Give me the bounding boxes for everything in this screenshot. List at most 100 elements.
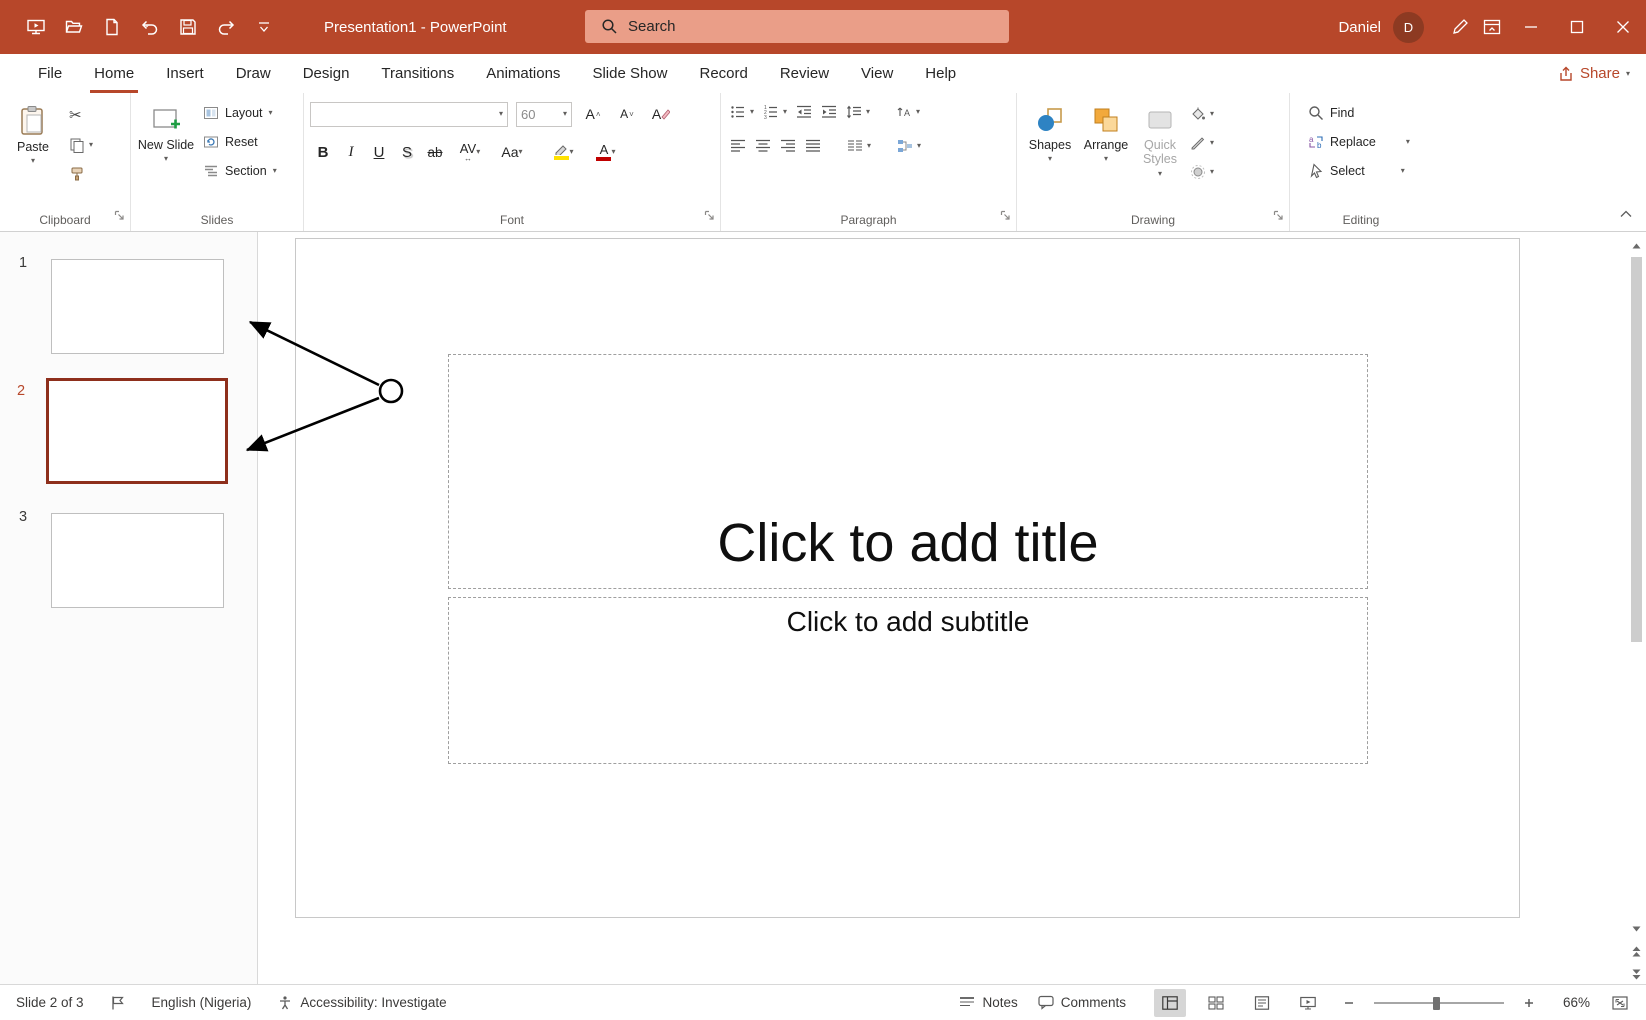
arrange-button[interactable]: Arrange ▾ xyxy=(1079,101,1133,163)
select-button[interactable]: Select ▾ xyxy=(1304,159,1426,183)
scrollbar-thumb[interactable] xyxy=(1631,257,1642,642)
comments-button[interactable]: Comments xyxy=(1038,995,1126,1010)
quick-styles-button[interactable]: Quick Styles ▾ xyxy=(1135,101,1185,178)
reset-button[interactable]: Reset xyxy=(199,130,281,154)
change-case-button[interactable]: Aa ▾ xyxy=(492,139,532,165)
tab-design[interactable]: Design xyxy=(287,54,366,93)
zoom-out-button[interactable] xyxy=(1338,989,1360,1017)
font-size-combobox[interactable]: 60 ▾ xyxy=(516,102,572,127)
align-right-button[interactable] xyxy=(777,135,799,157)
font-color-button[interactable]: A ▾ xyxy=(586,139,626,165)
underline-button[interactable]: U xyxy=(366,139,392,165)
slide-2-thumbnail[interactable] xyxy=(46,378,228,484)
search-box[interactable]: Search xyxy=(585,10,1009,43)
minimize-button[interactable] xyxy=(1508,0,1554,54)
save-icon[interactable] xyxy=(172,11,204,43)
font-dialog-launcher-icon[interactable] xyxy=(704,208,715,226)
shape-effects-button[interactable]: ▾ xyxy=(1187,161,1217,183)
increase-indent-button[interactable] xyxy=(818,101,840,123)
paste-button[interactable]: Paste ▾ xyxy=(6,101,60,165)
scroll-up-icon[interactable] xyxy=(1629,238,1644,253)
justify-button[interactable] xyxy=(802,135,824,157)
paragraph-dialog-launcher-icon[interactable] xyxy=(1000,208,1011,226)
font-name-combobox[interactable]: ▾ xyxy=(310,102,508,127)
undo-icon[interactable] xyxy=(134,11,166,43)
decrease-indent-button[interactable] xyxy=(793,101,815,123)
collapse-ribbon-button[interactable] xyxy=(1620,205,1632,223)
cut-button[interactable]: ✂ xyxy=(66,103,96,127)
numbering-button[interactable]: 123 ▾ xyxy=(760,101,790,123)
italic-button[interactable]: I xyxy=(338,139,364,165)
new-file-icon[interactable] xyxy=(96,11,128,43)
slide-show-button[interactable] xyxy=(1292,989,1324,1017)
shape-fill-button[interactable]: ▾ xyxy=(1187,103,1217,125)
slide-indicator[interactable]: Slide 2 of 3 xyxy=(16,995,84,1010)
bullets-button[interactable]: ▾ xyxy=(727,101,757,123)
tab-transitions[interactable]: Transitions xyxy=(365,54,470,93)
customize-qat-icon[interactable] xyxy=(248,11,280,43)
ribbon-display-options-icon[interactable] xyxy=(1476,11,1508,43)
tab-draw[interactable]: Draw xyxy=(220,54,287,93)
open-file-icon[interactable] xyxy=(58,11,90,43)
accessibility-button[interactable]: Accessibility: Investigate xyxy=(277,995,446,1011)
increase-font-size-button[interactable]: A˄ xyxy=(580,101,606,127)
replace-button[interactable]: ab Replace ▾ xyxy=(1304,130,1426,154)
line-spacing-button[interactable]: ▾ xyxy=(843,101,873,123)
shapes-button[interactable]: Shapes ▾ xyxy=(1023,101,1077,163)
close-button[interactable] xyxy=(1600,0,1646,54)
tab-insert[interactable]: Insert xyxy=(150,54,220,93)
text-direction-button[interactable]: A ▾ xyxy=(893,101,923,123)
previous-slide-button[interactable] xyxy=(1629,944,1644,959)
reading-view-button[interactable] xyxy=(1246,989,1278,1017)
title-placeholder[interactable]: Click to add title xyxy=(448,354,1368,589)
slide-sorter-view-button[interactable] xyxy=(1200,989,1232,1017)
share-button[interactable]: Share ▾ xyxy=(1558,54,1630,93)
clear-formatting-button[interactable]: A xyxy=(648,101,674,127)
inking-pen-icon[interactable] xyxy=(1444,11,1476,43)
tab-review[interactable]: Review xyxy=(764,54,845,93)
zoom-in-button[interactable] xyxy=(1518,989,1540,1017)
shape-outline-button[interactable]: ▾ xyxy=(1187,132,1217,154)
slide-1-thumbnail[interactable] xyxy=(51,259,224,354)
new-slide-button[interactable]: New Slide ▾ xyxy=(137,101,195,163)
subtitle-placeholder[interactable]: Click to add subtitle xyxy=(448,597,1368,764)
decrease-font-size-button[interactable]: A˅ xyxy=(614,101,640,127)
align-left-button[interactable] xyxy=(727,135,749,157)
next-slide-button[interactable] xyxy=(1629,967,1644,982)
normal-view-button[interactable] xyxy=(1154,989,1186,1017)
convert-to-smartart-button[interactable]: ▾ xyxy=(894,135,924,157)
scroll-down-icon[interactable] xyxy=(1629,921,1644,936)
layout-button[interactable]: Layout ▾ xyxy=(199,101,281,125)
slide-3-thumbnail[interactable] xyxy=(51,513,224,608)
notes-button[interactable]: Notes xyxy=(959,995,1017,1010)
tab-view[interactable]: View xyxy=(845,54,909,93)
maximize-button[interactable] xyxy=(1554,0,1600,54)
language-button[interactable]: English (Nigeria) xyxy=(152,995,252,1010)
zoom-slider-thumb[interactable] xyxy=(1433,997,1440,1010)
tab-animations[interactable]: Animations xyxy=(470,54,576,93)
proofing-button[interactable] xyxy=(110,995,126,1011)
section-button[interactable]: Section ▾ xyxy=(199,159,281,183)
copy-button[interactable]: ▾ xyxy=(66,134,96,156)
find-button[interactable]: Find xyxy=(1304,101,1426,125)
fit-slide-to-window-button[interactable] xyxy=(1604,989,1636,1017)
tab-file[interactable]: File xyxy=(22,54,78,93)
vertical-scrollbar[interactable] xyxy=(1629,238,1644,984)
character-spacing-button[interactable]: AV↔ ▾ xyxy=(450,139,490,165)
tab-help[interactable]: Help xyxy=(909,54,972,93)
zoom-level[interactable]: 66% xyxy=(1554,995,1590,1010)
avatar[interactable]: D xyxy=(1393,12,1424,43)
format-painter-button[interactable] xyxy=(66,163,96,185)
drawing-dialog-launcher-icon[interactable] xyxy=(1273,208,1284,226)
align-center-button[interactable] xyxy=(752,135,774,157)
tab-record[interactable]: Record xyxy=(683,54,763,93)
slide-editing-surface[interactable]: Click to add title Click to add subtitle xyxy=(295,238,1520,918)
start-slideshow-icon[interactable] xyxy=(20,11,52,43)
redo-icon[interactable] xyxy=(210,11,242,43)
clipboard-dialog-launcher-icon[interactable] xyxy=(114,208,125,226)
text-highlight-color-button[interactable]: ▾ xyxy=(544,139,584,165)
tab-slide-show[interactable]: Slide Show xyxy=(576,54,683,93)
tab-home[interactable]: Home xyxy=(78,54,150,93)
columns-button[interactable]: ▾ xyxy=(844,135,874,157)
bold-button[interactable]: B xyxy=(310,139,336,165)
